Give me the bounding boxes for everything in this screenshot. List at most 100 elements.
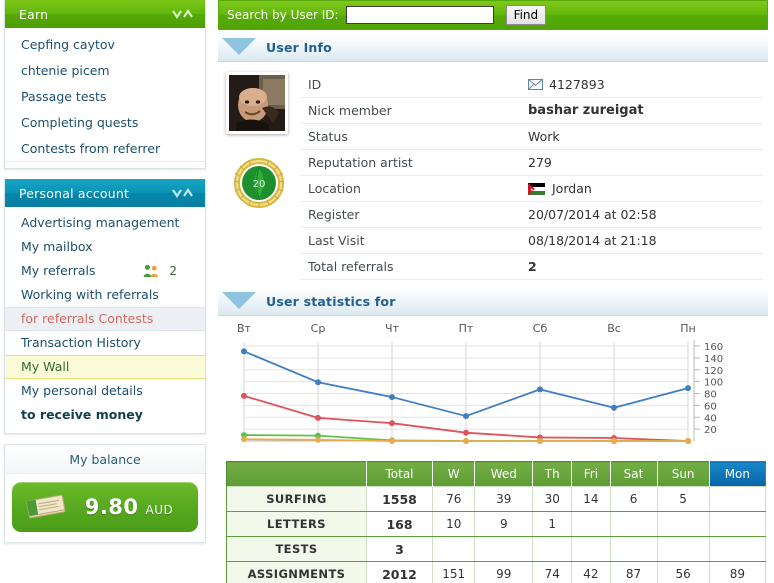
statistics-table-body: SURFING 1558 76 39 30 14 6 5 LETTERS 168… [226, 486, 767, 583]
sidebar-item-my-mailbox[interactable]: My mailbox [5, 235, 205, 259]
user-info-section-header[interactable]: User Info [218, 34, 768, 62]
user-info-value: Work [520, 123, 762, 150]
table-row: Last Visit 08/18/2014 at 21:18 [300, 227, 762, 254]
cell [708, 536, 767, 562]
row-label-letters: LETTERS [226, 511, 367, 537]
avatar[interactable] [226, 72, 288, 134]
user-info-key: Register [300, 201, 520, 228]
cell [571, 511, 611, 537]
sidebar-item-to-receive-money[interactable]: to receive money [5, 403, 205, 427]
table-row: ASSIGNMENTS 2012 151 99 74 42 87 56 89 [226, 561, 767, 583]
svg-text:60: 60 [704, 401, 717, 412]
user-info-key: Total referrals [300, 253, 520, 280]
personal-account-panel: Personal account Advertising management … [4, 179, 206, 434]
find-button[interactable]: Find [505, 5, 547, 25]
col-header-sat[interactable]: Sat [610, 461, 658, 487]
personal-account-panel-header[interactable]: Personal account [5, 179, 205, 207]
user-info-body: 20 ID 4127893 Nick member bashar zureiga… [218, 62, 768, 284]
jordan-flag-icon: ★ [528, 183, 545, 195]
sidebar-item-label: to receive money [21, 407, 143, 422]
search-input[interactable] [345, 6, 494, 24]
balance-title: My balance [5, 445, 205, 474]
chevron-down-up-icon[interactable] [171, 187, 195, 199]
balance-box[interactable]: 9.80 AUD [12, 482, 198, 532]
cell [571, 536, 611, 562]
col-header-sun[interactable]: Sun [657, 461, 710, 487]
table-row: LETTERS 168 10 9 1 [226, 511, 767, 537]
sidebar-item-my-personal-details[interactable]: My personal details [5, 379, 205, 403]
table-row: ID 4127893 [300, 72, 762, 98]
sidebar-item-working-with-referrals[interactable]: Working with referrals [5, 283, 205, 307]
search-label: Search by User ID: [227, 8, 339, 22]
svg-text:Ср: Ср [311, 322, 326, 335]
cell: 87 [609, 561, 658, 583]
user-info-value: 20/07/2014 at 02:58 [520, 201, 762, 228]
col-header-wed[interactable]: Wed [474, 461, 534, 487]
cell [532, 536, 573, 562]
svg-text:160: 160 [704, 342, 723, 353]
sidebar-item-label: My mailbox [21, 239, 93, 254]
sidebar-item-transaction-history[interactable]: Transaction History [5, 331, 205, 355]
chevron-down-up-icon[interactable] [171, 8, 195, 20]
svg-text:Пн: Пн [680, 322, 695, 335]
svg-text:20: 20 [253, 179, 266, 190]
balance-currency: AUD [145, 503, 174, 517]
cell: 2012 [366, 561, 433, 583]
cell [609, 536, 658, 562]
svg-text:Сб: Сб [533, 322, 548, 335]
table-row: TESTS 3 [226, 536, 767, 562]
sidebar-item-advertising-management[interactable]: Advertising management [5, 211, 205, 235]
sidebar-item-my-wall[interactable]: My Wall [5, 355, 205, 379]
sidebar-item-cepfing-caytov[interactable]: Cepfing caytov [5, 32, 205, 58]
cell: 9 [474, 511, 534, 537]
table-row: Total referrals 2 [300, 253, 762, 280]
user-info-key: Status [300, 123, 520, 150]
user-info-section-title: User Info [266, 40, 332, 55]
balance-panel: My balance 9.80 AUD [4, 444, 206, 543]
user-info-value: ★ Jordan [520, 175, 762, 202]
table-header-row: Total W Wed Th Fri Sat Sun Mon [226, 461, 766, 487]
cell [656, 511, 710, 537]
collapse-triangle-icon[interactable] [222, 292, 256, 309]
statistics-section-header[interactable]: User statistics for [218, 288, 768, 316]
collapse-triangle-icon[interactable] [222, 38, 256, 55]
sidebar-item-chtenie-picem[interactable]: chtenie picem [5, 58, 205, 84]
sidebar-item-label: My personal details [21, 383, 143, 398]
user-info-value: 2 [520, 253, 762, 280]
user-info-key: Nick member [300, 97, 520, 124]
statistics-chart: 20 40 60 80 100 120 140 160 Вт Ср Чт Пт Сб Вс Пн [218, 320, 768, 455]
user-info-key: Last Visit [300, 227, 520, 254]
sidebar-item-my-referrals[interactable]: My referrals 2 [5, 259, 205, 283]
sidebar-item-label: Advertising management [21, 215, 180, 230]
statistics-table-head: Total W Wed Th Fri Sat Sun Mon [226, 461, 766, 487]
sidebar-item-contests-from-referrer[interactable]: Contests from referrer [5, 136, 205, 162]
sidebar-item-passage-tests[interactable]: Passage tests [5, 84, 205, 110]
statistics-section-title: User statistics for [266, 294, 396, 309]
cell: 99 [474, 561, 534, 583]
col-header-total[interactable]: Total [366, 461, 433, 487]
earn-panel-header[interactable]: Earn [5, 0, 205, 28]
page-root: Earn Cepfing caytov chtenie picem Passag… [0, 0, 774, 583]
col-header-fri[interactable]: Fri [571, 461, 611, 487]
sidebar-item-label: for referrals Contests [21, 311, 154, 326]
cell: 6 [609, 486, 658, 512]
sidebar-item-label: Working with referrals [21, 287, 159, 302]
svg-text:20: 20 [704, 425, 717, 436]
col-header-th[interactable]: Th [532, 461, 573, 487]
table-row: Register 20/07/2014 at 02:58 [300, 201, 762, 228]
envelope-icon[interactable] [528, 78, 543, 90]
svg-text:100: 100 [704, 378, 723, 389]
earn-panel: Earn Cepfing caytov chtenie picem Passag… [4, 0, 206, 169]
sidebar-item-completing-quests[interactable]: Completing quests [5, 110, 205, 136]
user-info-value: 279 [520, 149, 762, 176]
balance-amount: 9.80 AUD [70, 495, 188, 519]
col-header-mon[interactable]: Mon [709, 461, 766, 487]
sidebar-item-for-referrals-contests[interactable]: for referrals Contests [5, 307, 205, 331]
col-header-w[interactable]: W [432, 461, 476, 487]
sidebar: Earn Cepfing caytov chtenie picem Passag… [0, 0, 214, 583]
cell: 74 [532, 561, 573, 583]
cell: 1558 [366, 486, 433, 512]
location-value: Jordan [552, 181, 592, 196]
table-row: Reputation artist 279 [300, 149, 762, 176]
